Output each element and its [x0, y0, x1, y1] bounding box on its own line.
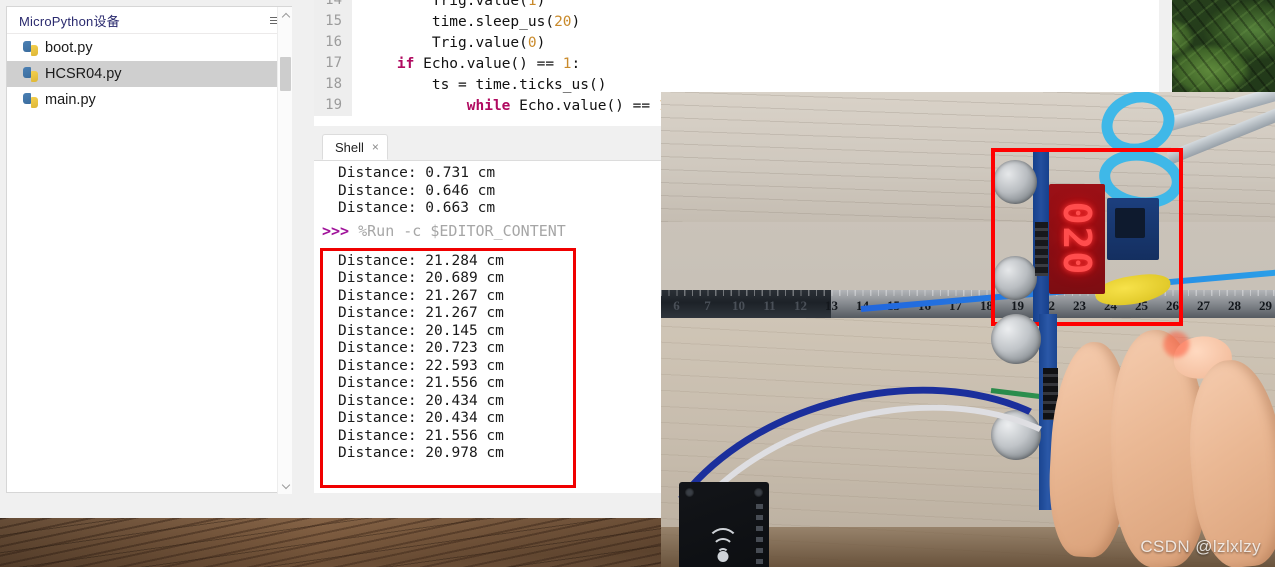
- file-panel-header: MicroPython设备: [7, 7, 291, 34]
- line-number: 18: [314, 74, 352, 95]
- prompt-symbol: >>>: [322, 221, 350, 240]
- ruler-tick: 6: [673, 298, 680, 313]
- screenshot-root: MicroPython设备 boot.py HCSR04.py main.py: [0, 0, 1275, 567]
- wifi-antenna-icon: [701, 518, 745, 562]
- file-panel-scrollbar[interactable]: [277, 7, 292, 494]
- hardware-photo: 6 7 10 11 12 13 14 15 16 17 18 19 22 23 …: [661, 92, 1275, 567]
- watermark: CSDN @lzlxlzy: [1140, 537, 1261, 556]
- mounting-hole: [685, 488, 694, 497]
- line-number: 19: [314, 95, 352, 116]
- file-list: boot.py HCSR04.py main.py: [7, 34, 291, 113]
- line-number: 17: [314, 53, 352, 74]
- code-text: Trig.value(1): [362, 0, 546, 9]
- line-number: 16: [314, 32, 352, 53]
- scrollbar-thumb[interactable]: [280, 57, 291, 91]
- file-item-main[interactable]: main.py: [7, 87, 291, 113]
- ruler-tick: 10: [732, 298, 745, 313]
- board-pin-pads: [756, 504, 763, 567]
- file-browser-panel: MicroPython设备 boot.py HCSR04.py main.py: [6, 6, 292, 494]
- file-item-label: main.py: [45, 92, 96, 108]
- tab-shell[interactable]: Shell ×: [322, 134, 388, 160]
- file-panel-title: MicroPython设备: [19, 13, 120, 29]
- scroll-down-icon[interactable]: [278, 478, 293, 494]
- python-file-icon: [23, 66, 38, 82]
- code-line: 17 if Echo.value() == 1:: [314, 53, 1159, 74]
- code-text: ts = time.ticks_us(): [362, 76, 607, 93]
- file-item-hcsr04[interactable]: HCSR04.py: [7, 61, 291, 87]
- line-number: 15: [314, 11, 352, 32]
- ruler-tick: 7: [704, 298, 711, 313]
- python-file-icon: [23, 92, 38, 108]
- file-item-label: boot.py: [45, 40, 93, 56]
- file-item-boot[interactable]: boot.py: [7, 35, 291, 61]
- code-text: time.sleep_us(20): [362, 13, 581, 30]
- code-line: 16 Trig.value(0): [314, 32, 1159, 53]
- mounting-hole: [754, 488, 763, 497]
- code-text: if Echo.value() == 1:: [396, 55, 581, 72]
- python-file-icon: [23, 40, 38, 56]
- close-icon[interactable]: ×: [372, 140, 379, 154]
- photo-annotation-box: [991, 148, 1183, 326]
- ruler-tick: 11: [763, 298, 776, 313]
- ruler-tick: 29: [1259, 298, 1272, 313]
- ruler-tick: 27: [1197, 298, 1210, 313]
- code-line: 15 time.sleep_us(20): [314, 11, 1159, 32]
- code-text: while Echo.value() == 1: [466, 97, 668, 114]
- ruler-tick: 12: [794, 298, 807, 313]
- file-item-label: HCSR04.py: [45, 66, 122, 82]
- ruler-tick: 28: [1228, 298, 1241, 313]
- code-line: 14 Trig.value(1): [314, 0, 1159, 11]
- ruler-tick: 13: [825, 298, 838, 313]
- prompt-command: %Run -c $EDITOR_CONTENT: [358, 221, 566, 240]
- ultrasonic-transducer: [991, 314, 1041, 364]
- tab-label: Shell: [335, 139, 364, 155]
- line-number: 14: [314, 0, 352, 11]
- scroll-up-icon[interactable]: [278, 7, 293, 23]
- microcontroller-board: [679, 482, 769, 567]
- code-text: Trig.value(0): [362, 34, 546, 51]
